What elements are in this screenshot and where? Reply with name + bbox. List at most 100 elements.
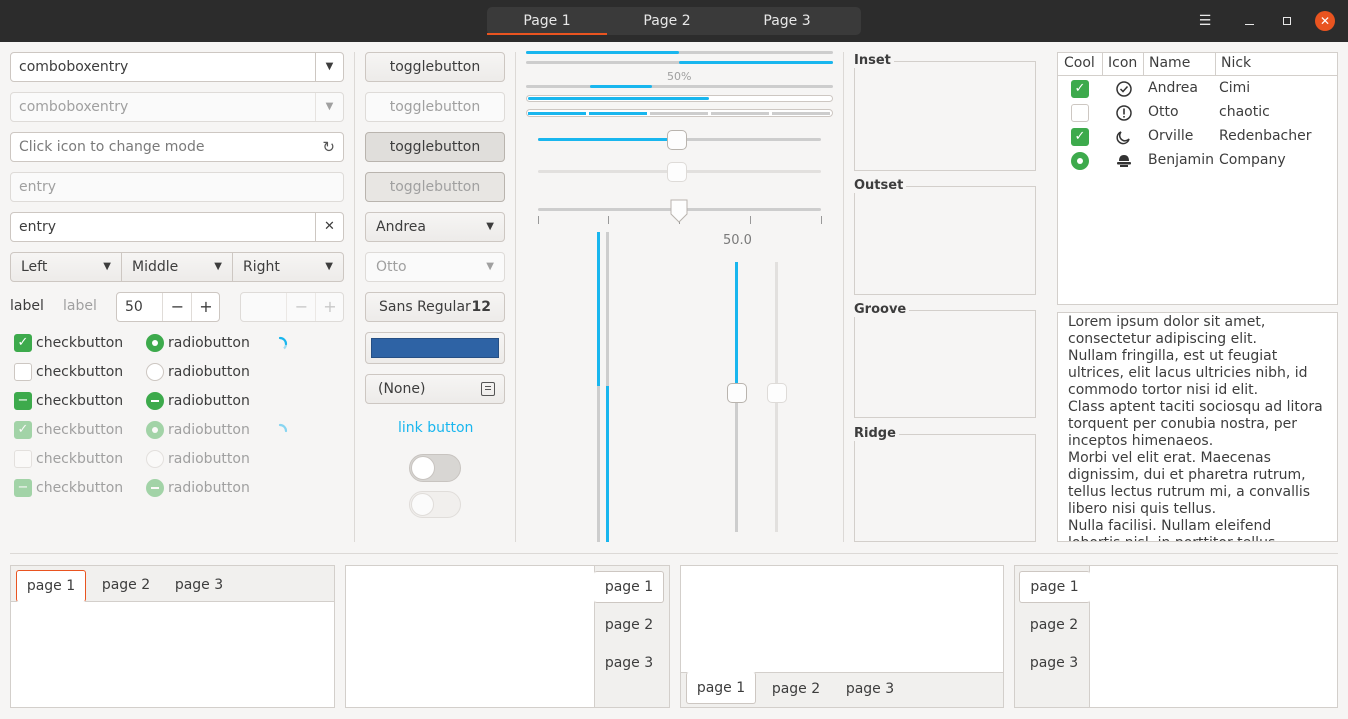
vscale-handle[interactable]	[727, 383, 747, 403]
color-button[interactable]	[365, 332, 505, 364]
toggle-button[interactable]: togglebutton	[365, 52, 505, 82]
column-header-cool[interactable]: Cool	[1064, 55, 1095, 71]
exclamation-circle-icon	[1116, 105, 1132, 121]
vscale-fill	[597, 232, 600, 386]
progress-segment	[711, 112, 769, 115]
clear-icon[interactable]: ✕	[315, 213, 343, 241]
frame-outset-title: Outset	[854, 178, 907, 193]
chevron-down-icon: ▼	[103, 261, 111, 272]
entry-field[interactable]: entry ✕	[10, 212, 344, 242]
combo-right-label: Right	[243, 259, 280, 275]
radio-mixed[interactable]	[146, 392, 164, 410]
tree-row-check[interactable]: ✓	[1071, 128, 1089, 146]
notebook-left: page 1 page 2 page 3	[1014, 565, 1338, 708]
spin-button[interactable]: 50 − +	[116, 292, 220, 322]
combo-right[interactable]: Right ▼	[232, 252, 344, 282]
chevron-down-icon: ▼	[325, 261, 333, 272]
check-circle-icon	[1116, 81, 1132, 97]
maximize-icon[interactable]	[1277, 11, 1297, 31]
text-view[interactable]: Lorem ipsum dolor sit amet, consectetur …	[1057, 312, 1338, 542]
notebook-tab-page-1[interactable]: page 1	[594, 571, 664, 603]
combobox-entry-disabled-text: comboboxentry	[19, 99, 129, 115]
column-header-name[interactable]: Name	[1149, 55, 1190, 71]
tab-page-2[interactable]: Page 2	[607, 7, 727, 35]
radio-selected[interactable]	[146, 334, 164, 352]
spin-minus[interactable]: −	[162, 293, 192, 321]
checkbox-checked-disabled: ✓	[14, 421, 32, 439]
tree-row-check[interactable]: ✓	[1071, 80, 1089, 98]
column-separator	[354, 52, 355, 542]
entry-disabled-placeholder: entry	[19, 179, 57, 195]
column-divider	[1143, 53, 1144, 76]
minimize-icon[interactable]	[1240, 11, 1260, 31]
notebook-tab-page-2[interactable]: page 2	[1023, 610, 1085, 640]
checkbox-mixed[interactable]: −	[14, 392, 32, 410]
hamburger-icon[interactable]: ☰	[1195, 11, 1215, 31]
color-swatch	[371, 338, 499, 358]
combobox-entry[interactable]: comboboxentry ▼	[10, 52, 344, 82]
chevron-down-icon[interactable]: ▼	[315, 53, 343, 81]
scale-handle[interactable]	[667, 130, 687, 150]
tree-row-name: Otto	[1148, 104, 1179, 120]
close-icon[interactable]: ✕	[1315, 11, 1335, 31]
notebook-tab-page-3[interactable]: page 3	[1023, 648, 1085, 678]
notebook-tab-page-1[interactable]: page 1	[686, 672, 756, 704]
column-header-icon[interactable]: Icon	[1108, 55, 1137, 71]
notebook-tab-page-1[interactable]: page 1	[16, 570, 86, 602]
spin-plus[interactable]: +	[191, 293, 220, 321]
progress-segment	[650, 112, 708, 115]
tab-page-1[interactable]: Page 1	[487, 7, 607, 35]
notebook-tab-page-3[interactable]: page 3	[598, 648, 660, 678]
tab-page-3[interactable]: Page 3	[727, 7, 847, 35]
combo-middle[interactable]: Middle ▼	[121, 252, 233, 282]
checkbox-checked[interactable]: ✓	[14, 334, 32, 352]
column-header-nick[interactable]: Nick	[1221, 55, 1251, 71]
combo-otto-disabled: Otto ▼	[365, 252, 505, 282]
radio-selected-disabled	[146, 421, 164, 439]
link-button[interactable]: link button	[398, 420, 473, 436]
toggle-button-active-disabled: togglebutton	[365, 172, 505, 202]
combo-left[interactable]: Left ▼	[10, 252, 122, 282]
vscale-fill	[606, 386, 609, 542]
notebook-tab-page-2[interactable]: page 2	[765, 674, 827, 704]
checkbutton-label-disabled: checkbutton	[36, 422, 124, 438]
notebook-tab-page-1[interactable]: page 1	[1019, 571, 1090, 603]
radiobutton-label-disabled: radiobutton	[168, 451, 250, 467]
text-view-content[interactable]: Lorem ipsum dolor sit amet, consectetur …	[1068, 314, 1326, 541]
notebook-tab-page-2[interactable]: page 2	[598, 610, 660, 640]
notebook-tab-page-2[interactable]: page 2	[95, 570, 157, 602]
radio-unselected[interactable]	[146, 363, 164, 381]
refresh-icon[interactable]: ↻	[322, 133, 335, 161]
tree-header: Cool Icon Name Nick	[1058, 53, 1337, 76]
toggle-button-active[interactable]: togglebutton	[365, 132, 505, 162]
switch-off[interactable]	[409, 454, 461, 482]
column-divider	[1215, 53, 1216, 76]
tree-row-nick: Redenbacher	[1219, 128, 1312, 144]
spin-button-disabled: − +	[240, 292, 344, 322]
checkbox-unchecked[interactable]	[14, 363, 32, 381]
mode-entry[interactable]: Click icon to change mode ↻	[10, 132, 344, 162]
notebook-tab-page-3[interactable]: page 3	[168, 570, 230, 602]
frame-outset	[854, 186, 1036, 295]
tree-view[interactable]: Cool Icon Name Nick ✓ Andrea Cimi Otto c…	[1057, 52, 1338, 305]
scale-handle-disabled	[667, 162, 687, 182]
frame-groove	[854, 310, 1036, 418]
scale-pointer-handle[interactable]	[670, 199, 688, 223]
combo-left-label: Left	[21, 259, 48, 275]
radio-unselected-disabled	[146, 450, 164, 468]
tree-row-radio[interactable]	[1071, 152, 1089, 170]
combo-andrea[interactable]: Andrea ▼	[365, 212, 505, 242]
progress-fill-4	[528, 97, 709, 100]
tree-row-check[interactable]	[1071, 104, 1089, 122]
progress-segment	[589, 112, 647, 115]
font-button[interactable]: Sans Regular 12	[365, 292, 505, 322]
frame-inset	[854, 61, 1036, 171]
checkbutton-label: checkbutton	[36, 335, 124, 351]
switch-disabled	[409, 491, 461, 518]
column-divider	[1102, 53, 1103, 76]
file-chooser-button[interactable]: (None)	[365, 374, 505, 404]
notebook-tab-page-3[interactable]: page 3	[839, 674, 901, 704]
hat-icon	[1117, 155, 1131, 167]
radio-mixed-disabled	[146, 479, 164, 497]
tree-row-name: Orville	[1148, 128, 1194, 144]
